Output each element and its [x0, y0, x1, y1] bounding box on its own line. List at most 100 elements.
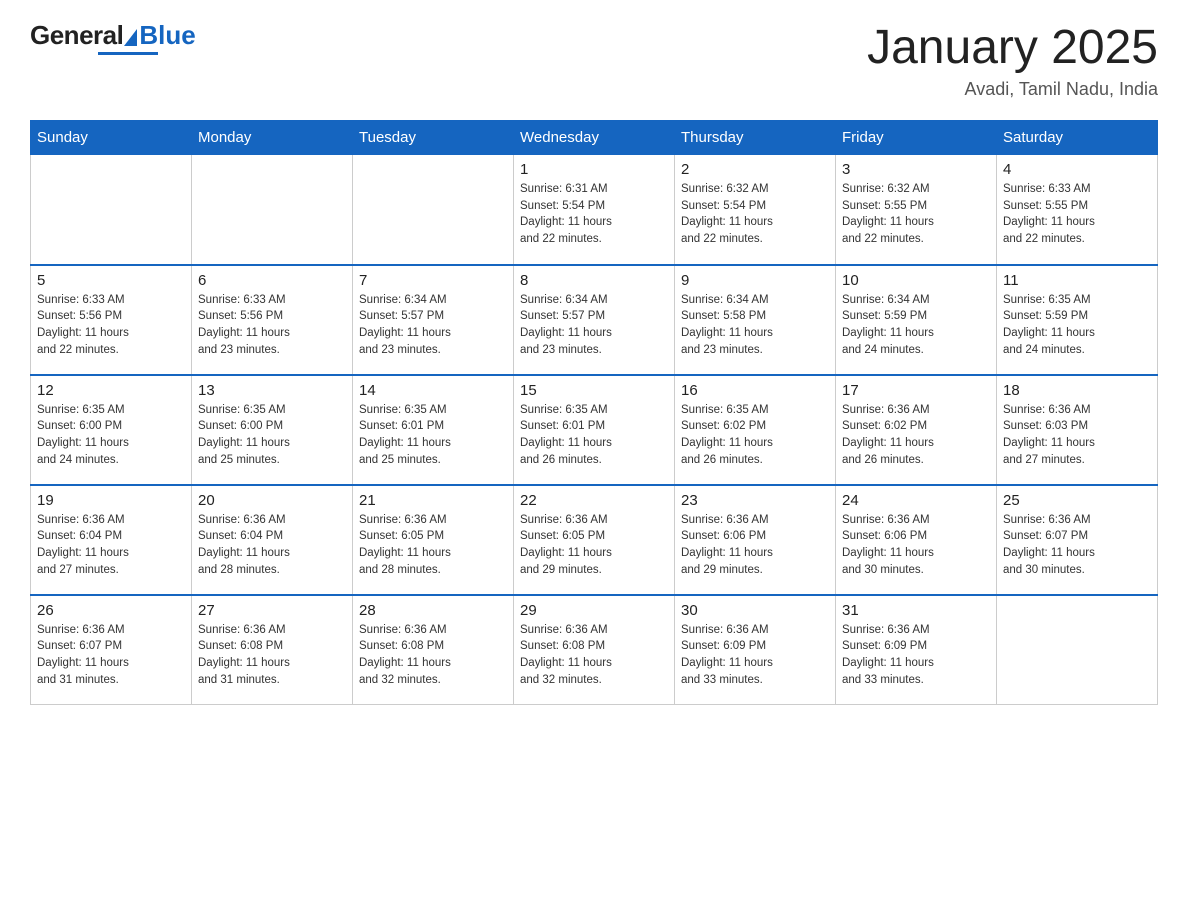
day-info: Sunrise: 6:34 AM Sunset: 5:57 PM Dayligh… — [520, 292, 668, 359]
logo-general-text: General — [30, 20, 123, 51]
calendar-header-row: SundayMondayTuesdayWednesdayThursdayFrid… — [31, 121, 1158, 155]
calendar-cell: 19 Sunrise: 6:36 AM Sunset: 6:04 PM Dayli… — [31, 485, 192, 595]
day-number: 16 — [681, 382, 829, 399]
day-of-week-header: Sunday — [31, 121, 192, 155]
day-number: 9 — [681, 272, 829, 289]
day-number: 18 — [1003, 382, 1151, 399]
day-info: Sunrise: 6:35 AM Sunset: 6:01 PM Dayligh… — [520, 402, 668, 469]
day-number: 23 — [681, 492, 829, 509]
day-info: Sunrise: 6:33 AM Sunset: 5:55 PM Dayligh… — [1003, 181, 1151, 248]
calendar-cell — [192, 155, 353, 265]
month-title: January 2025 — [867, 20, 1158, 75]
day-number: 7 — [359, 272, 507, 289]
day-number: 21 — [359, 492, 507, 509]
day-info: Sunrise: 6:36 AM Sunset: 6:07 PM Dayligh… — [37, 622, 185, 689]
day-number: 15 — [520, 382, 668, 399]
page-header: General Blue January 2025 Avadi, Tamil N… — [30, 20, 1158, 100]
day-info: Sunrise: 6:35 AM Sunset: 5:59 PM Dayligh… — [1003, 292, 1151, 359]
day-number: 5 — [37, 272, 185, 289]
day-number: 28 — [359, 602, 507, 619]
calendar-cell: 3 Sunrise: 6:32 AM Sunset: 5:55 PM Daylig… — [836, 155, 997, 265]
calendar-week-row: 19 Sunrise: 6:36 AM Sunset: 6:04 PM Dayli… — [31, 485, 1158, 595]
day-of-week-header: Saturday — [997, 121, 1158, 155]
calendar-cell: 15 Sunrise: 6:35 AM Sunset: 6:01 PM Dayli… — [514, 375, 675, 485]
day-info: Sunrise: 6:32 AM Sunset: 5:54 PM Dayligh… — [681, 181, 829, 248]
calendar-cell: 28 Sunrise: 6:36 AM Sunset: 6:08 PM Dayli… — [353, 595, 514, 705]
day-number: 26 — [37, 602, 185, 619]
logo-blue-text: Blue — [139, 20, 195, 51]
day-number: 13 — [198, 382, 346, 399]
calendar-cell: 24 Sunrise: 6:36 AM Sunset: 6:06 PM Dayli… — [836, 485, 997, 595]
calendar-cell: 7Sunrise: 6:34 AM Sunset: 5:57 PM Daylig… — [353, 265, 514, 375]
day-info: Sunrise: 6:36 AM Sunset: 6:05 PM Dayligh… — [359, 512, 507, 579]
day-info: Sunrise: 6:36 AM Sunset: 6:09 PM Dayligh… — [842, 622, 990, 689]
day-number: 4 — [1003, 161, 1151, 178]
day-info: Sunrise: 6:35 AM Sunset: 6:00 PM Dayligh… — [37, 402, 185, 469]
day-info: Sunrise: 6:36 AM Sunset: 6:08 PM Dayligh… — [359, 622, 507, 689]
day-number: 25 — [1003, 492, 1151, 509]
day-of-week-header: Wednesday — [514, 121, 675, 155]
day-of-week-header: Friday — [836, 121, 997, 155]
day-of-week-header: Tuesday — [353, 121, 514, 155]
day-info: Sunrise: 6:36 AM Sunset: 6:04 PM Dayligh… — [37, 512, 185, 579]
calendar-cell: 21 Sunrise: 6:36 AM Sunset: 6:05 PM Dayli… — [353, 485, 514, 595]
day-info: Sunrise: 6:33 AM Sunset: 5:56 PM Dayligh… — [37, 292, 185, 359]
day-info: Sunrise: 6:33 AM Sunset: 5:56 PM Dayligh… — [198, 292, 346, 359]
day-info: Sunrise: 6:35 AM Sunset: 6:00 PM Dayligh… — [198, 402, 346, 469]
day-info: Sunrise: 6:36 AM Sunset: 6:07 PM Dayligh… — [1003, 512, 1151, 579]
calendar-cell: 9 Sunrise: 6:34 AM Sunset: 5:58 PM Daylig… — [675, 265, 836, 375]
day-info: Sunrise: 6:36 AM Sunset: 6:04 PM Dayligh… — [198, 512, 346, 579]
day-info: Sunrise: 6:36 AM Sunset: 6:06 PM Dayligh… — [842, 512, 990, 579]
day-number: 3 — [842, 161, 990, 178]
day-number: 12 — [37, 382, 185, 399]
calendar-cell: 23 Sunrise: 6:36 AM Sunset: 6:06 PM Dayli… — [675, 485, 836, 595]
day-info: Sunrise: 6:35 AM Sunset: 6:01 PM Dayligh… — [359, 402, 507, 469]
calendar-cell: 18Sunrise: 6:36 AM Sunset: 6:03 PM Dayli… — [997, 375, 1158, 485]
calendar-cell: 20 Sunrise: 6:36 AM Sunset: 6:04 PM Dayli… — [192, 485, 353, 595]
day-info: Sunrise: 6:34 AM Sunset: 5:58 PM Dayligh… — [681, 292, 829, 359]
calendar-cell: 13 Sunrise: 6:35 AM Sunset: 6:00 PM Dayli… — [192, 375, 353, 485]
calendar-cell: 30 Sunrise: 6:36 AM Sunset: 6:09 PM Dayli… — [675, 595, 836, 705]
calendar-cell: 14 Sunrise: 6:35 AM Sunset: 6:01 PM Dayli… — [353, 375, 514, 485]
day-number: 14 — [359, 382, 507, 399]
calendar-cell: 26 Sunrise: 6:36 AM Sunset: 6:07 PM Dayli… — [31, 595, 192, 705]
location-text: Avadi, Tamil Nadu, India — [867, 79, 1158, 100]
day-number: 1 — [520, 161, 668, 178]
day-info: Sunrise: 6:34 AM Sunset: 5:59 PM Dayligh… — [842, 292, 990, 359]
logo-triangle-icon — [124, 29, 137, 46]
day-number: 31 — [842, 602, 990, 619]
calendar-cell: 16 Sunrise: 6:35 AM Sunset: 6:02 PM Dayli… — [675, 375, 836, 485]
day-number: 11 — [1003, 272, 1151, 289]
day-info: Sunrise: 6:36 AM Sunset: 6:02 PM Dayligh… — [842, 402, 990, 469]
day-number: 6 — [198, 272, 346, 289]
calendar-cell: 5 Sunrise: 6:33 AM Sunset: 5:56 PM Daylig… — [31, 265, 192, 375]
day-number: 19 — [37, 492, 185, 509]
day-info: Sunrise: 6:31 AM Sunset: 5:54 PM Dayligh… — [520, 181, 668, 248]
day-number: 20 — [198, 492, 346, 509]
day-number: 27 — [198, 602, 346, 619]
day-info: Sunrise: 6:32 AM Sunset: 5:55 PM Dayligh… — [842, 181, 990, 248]
calendar-cell: 31 Sunrise: 6:36 AM Sunset: 6:09 PM Dayli… — [836, 595, 997, 705]
title-section: January 2025 Avadi, Tamil Nadu, India — [867, 20, 1158, 100]
day-number: 10 — [842, 272, 990, 289]
day-number: 30 — [681, 602, 829, 619]
day-number: 24 — [842, 492, 990, 509]
day-info: Sunrise: 6:36 AM Sunset: 6:06 PM Dayligh… — [681, 512, 829, 579]
day-info: Sunrise: 6:36 AM Sunset: 6:08 PM Dayligh… — [198, 622, 346, 689]
calendar-week-row: 12 Sunrise: 6:35 AM Sunset: 6:00 PM Dayli… — [31, 375, 1158, 485]
day-of-week-header: Monday — [192, 121, 353, 155]
day-number: 29 — [520, 602, 668, 619]
day-info: Sunrise: 6:36 AM Sunset: 6:08 PM Dayligh… — [520, 622, 668, 689]
calendar-cell: 12 Sunrise: 6:35 AM Sunset: 6:00 PM Dayli… — [31, 375, 192, 485]
calendar-cell: 22Sunrise: 6:36 AM Sunset: 6:05 PM Dayli… — [514, 485, 675, 595]
calendar-cell: 6 Sunrise: 6:33 AM Sunset: 5:56 PM Daylig… — [192, 265, 353, 375]
day-info: Sunrise: 6:35 AM Sunset: 6:02 PM Dayligh… — [681, 402, 829, 469]
day-info: Sunrise: 6:36 AM Sunset: 6:09 PM Dayligh… — [681, 622, 829, 689]
calendar-cell — [31, 155, 192, 265]
calendar-table: SundayMondayTuesdayWednesdayThursdayFrid… — [30, 120, 1158, 705]
day-number: 8 — [520, 272, 668, 289]
calendar-cell: 2 Sunrise: 6:32 AM Sunset: 5:54 PM Daylig… — [675, 155, 836, 265]
day-info: Sunrise: 6:36 AM Sunset: 6:05 PM Dayligh… — [520, 512, 668, 579]
day-number: 2 — [681, 161, 829, 178]
calendar-week-row: 5 Sunrise: 6:33 AM Sunset: 5:56 PM Daylig… — [31, 265, 1158, 375]
